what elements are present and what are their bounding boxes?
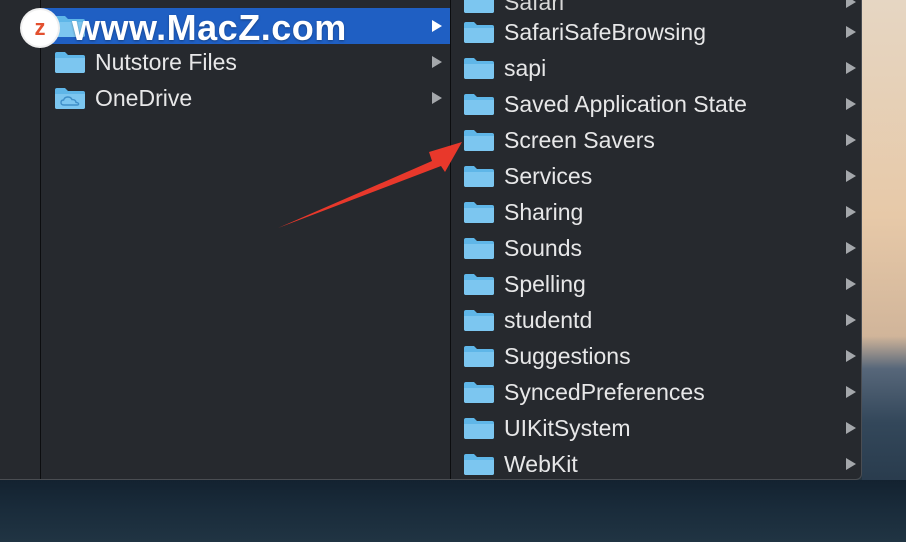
watermark-logo: z [22, 10, 58, 46]
column-left[interactable]: Nutstore Files OneDrive [41, 0, 451, 479]
list-item-label: Sharing [504, 198, 584, 225]
list-item-saved-application-state[interactable]: Saved Application State [451, 86, 861, 122]
chevron-right-icon [846, 170, 856, 182]
chevron-right-icon [846, 134, 856, 146]
list-item-suggestions[interactable]: Suggestions [451, 338, 861, 374]
column-right[interactable]: Safari SafariSafeBrowsing sapi Saved Appli… [451, 0, 861, 479]
watermark-text: www.MacZ.com [72, 7, 347, 48]
list-item-services[interactable]: Services [451, 158, 861, 194]
folder-icon [464, 418, 494, 439]
folder-icon [464, 238, 494, 259]
list-item-spelling[interactable]: Spelling [451, 266, 861, 302]
folder-icon [464, 310, 494, 331]
folder-icon [464, 0, 494, 13]
folder-icon [464, 94, 494, 115]
list-item-studentd[interactable]: studentd [451, 302, 861, 338]
chevron-right-icon [846, 26, 856, 38]
folder-icon [464, 202, 494, 223]
list-item-label: UIKitSystem [504, 414, 631, 441]
chevron-right-icon [846, 422, 856, 434]
list-item-label: Suggestions [504, 342, 631, 369]
list-item-label: Spelling [504, 270, 586, 297]
chevron-right-icon [846, 0, 856, 8]
list-item-sounds[interactable]: Sounds [451, 230, 861, 266]
list-item-nutstore-files[interactable]: Nutstore Files [41, 44, 450, 80]
list-item-label: WebKit [504, 450, 578, 477]
chevron-right-icon [432, 56, 442, 68]
folder-icon [464, 382, 494, 403]
list-item-label: Saved Application State [504, 90, 747, 117]
column-parent[interactable] [0, 0, 41, 479]
folder-icon [464, 22, 494, 43]
folder-icon [55, 52, 85, 73]
desktop-wallpaper [862, 0, 906, 542]
list-item-uikitsystem[interactable]: UIKitSystem [451, 410, 861, 446]
list-item-sapi[interactable]: sapi [451, 50, 861, 86]
watermark: z www.MacZ.com [22, 7, 347, 48]
chevron-right-icon [846, 242, 856, 254]
list-item-sharing[interactable]: Sharing [451, 194, 861, 230]
list-item-webkit[interactable]: WebKit [451, 446, 861, 479]
chevron-right-icon [846, 206, 856, 218]
folder-icon [464, 130, 494, 151]
cloud-folder-icon [55, 88, 85, 109]
folder-icon [464, 454, 494, 475]
list-item-label: sapi [504, 54, 547, 81]
list-item-label: SafariSafeBrowsing [504, 18, 706, 45]
chevron-right-icon [846, 98, 856, 110]
chevron-right-icon [846, 350, 856, 362]
folder-icon [464, 166, 494, 187]
list-item-label: Sounds [504, 234, 583, 261]
list-item-label: OneDrive [95, 84, 193, 111]
list-item-onedrive[interactable]: OneDrive [41, 80, 450, 116]
chevron-right-icon [846, 278, 856, 290]
list-item-label: Services [504, 162, 593, 189]
chevron-right-icon [846, 458, 856, 470]
list-item-label: Nutstore Files [95, 48, 237, 75]
list-item-label: Screen Savers [504, 126, 655, 153]
folder-icon [464, 58, 494, 79]
list-item-label: SyncedPreferences [504, 378, 705, 405]
list-item-syncedpreferences[interactable]: SyncedPreferences [451, 374, 861, 410]
chevron-right-icon [846, 314, 856, 326]
chevron-right-icon [846, 386, 856, 398]
desktop-wallpaper-bottom [0, 480, 906, 542]
list-item-label: studentd [504, 306, 593, 333]
list-item-safarisafebrowsing[interactable]: SafariSafeBrowsing [451, 14, 861, 50]
list-item-screen-savers[interactable]: Screen Savers [451, 122, 861, 158]
chevron-right-icon [432, 92, 442, 104]
finder-window: Nutstore Files OneDrive Safari SafariSaf… [0, 0, 862, 480]
chevron-right-icon [846, 62, 856, 74]
chevron-right-icon [432, 20, 442, 32]
folder-icon [464, 346, 494, 367]
folder-icon [464, 274, 494, 295]
